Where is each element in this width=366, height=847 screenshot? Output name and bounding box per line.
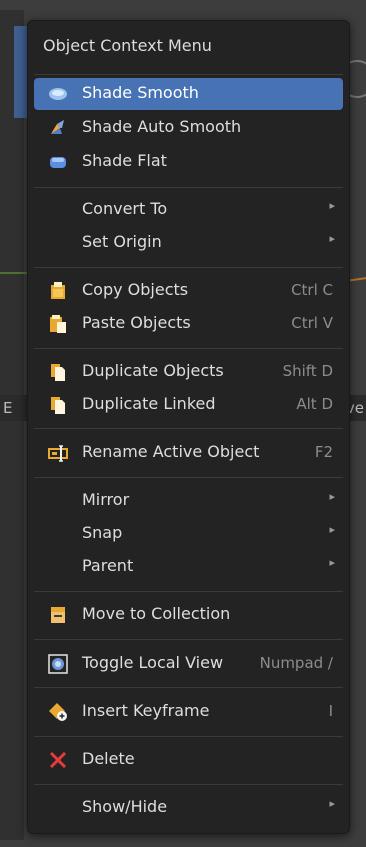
- submenu-arrow-icon: ▸: [329, 797, 335, 810]
- menu-item-delete[interactable]: Delete: [34, 744, 343, 776]
- menu-item-toggle-local-view[interactable]: Toggle Local View Numpad /: [34, 648, 343, 680]
- menu-item-parent[interactable]: Parent ▸: [34, 551, 343, 583]
- separator: [34, 784, 343, 785]
- menu-item-shortcut: Shift D: [282, 362, 333, 380]
- menu-item-label: Rename Active Object: [82, 442, 260, 461]
- menu-item-insert-keyframe[interactable]: Insert Keyframe I: [34, 696, 343, 728]
- menu-item-label: Duplicate Objects: [82, 361, 224, 380]
- paste-icon: [48, 314, 68, 334]
- menu-title: Object Context Menu: [43, 36, 212, 55]
- menu-item-snap[interactable]: Snap ▸: [34, 518, 343, 550]
- menu-item-shortcut: Ctrl V: [291, 314, 333, 332]
- duplicate-icon: [48, 362, 68, 382]
- menu-item-mirror[interactable]: Mirror ▸: [34, 485, 343, 517]
- menu-item-shortcut: Alt D: [296, 395, 333, 413]
- rename-icon: [48, 443, 68, 463]
- local-view-icon: [48, 654, 68, 674]
- menu-item-label: Insert Keyframe: [82, 701, 210, 720]
- menu-item-shade-flat[interactable]: Shade Flat: [34, 146, 343, 178]
- menu-item-show-hide[interactable]: Show/Hide ▸: [34, 792, 343, 824]
- menu-item-shortcut: I: [328, 702, 333, 720]
- shade-auto-smooth-icon: [48, 118, 68, 138]
- menu-item-rename-active-object[interactable]: Rename Active Object F2: [34, 437, 343, 469]
- menu-item-label: Show/Hide: [82, 797, 168, 816]
- menu-item-label: Shade Smooth: [82, 83, 199, 102]
- menu-item-shade-smooth[interactable]: Shade Smooth: [34, 78, 343, 110]
- separator: [34, 348, 343, 349]
- toolbar-panel: [0, 10, 24, 840]
- separator: [34, 187, 343, 188]
- separator: [34, 687, 343, 688]
- menu-item-label: Shade Auto Smooth: [82, 117, 242, 136]
- separator: [34, 74, 343, 75]
- menu-item-label: Move to Collection: [82, 604, 231, 623]
- submenu-arrow-icon: ▸: [329, 490, 335, 503]
- menu-item-label: Convert To: [82, 199, 168, 218]
- separator: [34, 477, 343, 478]
- separator: [34, 267, 343, 268]
- menu-item-shade-auto-smooth[interactable]: Shade Auto Smooth: [34, 112, 343, 144]
- menu-item-duplicate-linked[interactable]: Duplicate Linked Alt D: [34, 389, 343, 421]
- menu-item-label: Snap: [82, 523, 123, 542]
- menu-item-label: Delete: [82, 749, 135, 768]
- submenu-arrow-icon: ▸: [329, 523, 335, 536]
- separator: [34, 736, 343, 737]
- copy-icon: [48, 281, 68, 301]
- separator: [34, 428, 343, 429]
- menu-item-label: Duplicate Linked: [82, 394, 216, 413]
- shade-flat-icon: [48, 152, 68, 172]
- menu-item-label: Shade Flat: [82, 151, 167, 170]
- submenu-arrow-icon: ▸: [329, 199, 335, 212]
- menu-item-label: Paste Objects: [82, 313, 191, 332]
- keyframe-icon: [48, 702, 68, 722]
- menu-item-label: Toggle Local View: [82, 653, 224, 672]
- submenu-arrow-icon: ▸: [329, 232, 335, 245]
- menu-item-move-to-collection[interactable]: Move to Collection: [34, 599, 343, 631]
- menu-item-label: Set Origin: [82, 232, 162, 251]
- menu-item-convert-to[interactable]: Convert To ▸: [34, 194, 343, 226]
- header-text-left: E: [3, 399, 13, 417]
- delete-icon: [48, 750, 68, 770]
- menu-item-copy-objects[interactable]: Copy Objects Ctrl C: [34, 275, 343, 307]
- shade-smooth-icon: [48, 84, 68, 104]
- menu-item-label: Mirror: [82, 490, 130, 509]
- separator: [34, 639, 343, 640]
- separator: [34, 591, 343, 592]
- menu-item-shortcut: Numpad /: [259, 654, 333, 672]
- menu-item-set-origin[interactable]: Set Origin ▸: [34, 227, 343, 259]
- menu-item-label: Parent: [82, 556, 134, 575]
- submenu-arrow-icon: ▸: [329, 556, 335, 569]
- duplicate-linked-icon: [48, 395, 68, 415]
- object-context-menu: Object Context Menu Shade Smooth Shade A…: [27, 20, 350, 834]
- menu-item-paste-objects[interactable]: Paste Objects Ctrl V: [34, 308, 343, 340]
- menu-item-label: Copy Objects: [82, 280, 189, 299]
- menu-item-duplicate-objects[interactable]: Duplicate Objects Shift D: [34, 356, 343, 388]
- menu-item-shortcut: F2: [314, 443, 333, 461]
- active-tool-highlight: [14, 26, 28, 118]
- collection-icon: [48, 605, 68, 625]
- menu-item-shortcut: Ctrl C: [291, 281, 333, 299]
